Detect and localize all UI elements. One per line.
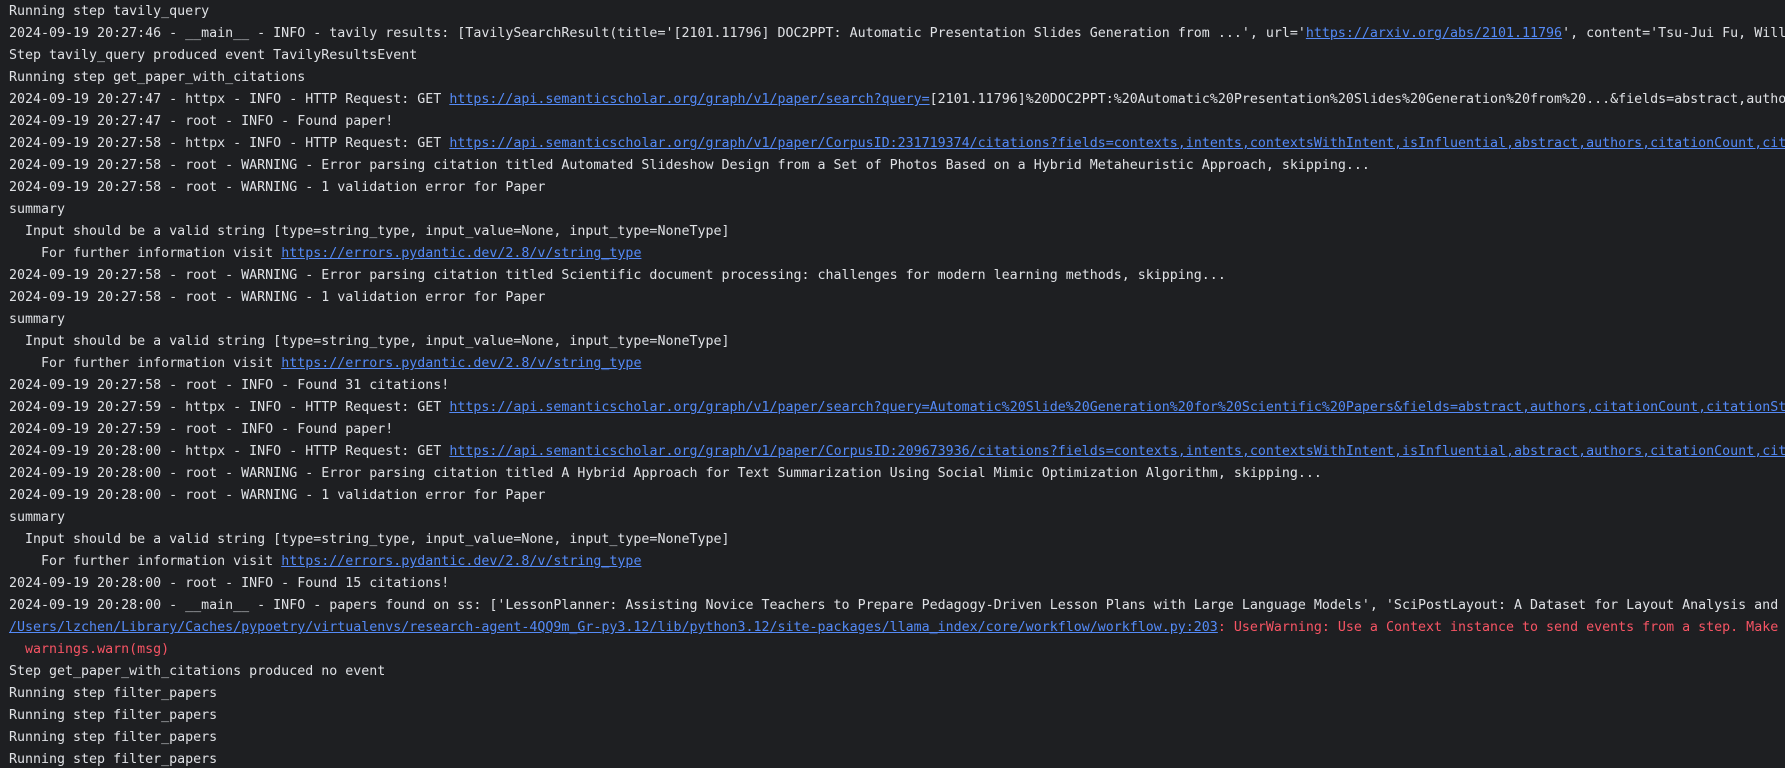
log-text: 2024-09-19 20:27:59 - root - INFO - Foun… — [9, 422, 394, 437]
log-link[interactable]: https://errors.pydantic.dev/2.8/v/string… — [281, 554, 641, 569]
console-line: summary — [0, 507, 1785, 529]
log-text: Running step filter_papers — [9, 686, 218, 701]
console-line: 2024-09-19 20:28:00 - __main__ - INFO - … — [0, 595, 1785, 617]
console-line: 2024-09-19 20:27:58 - httpx - INFO - HTT… — [0, 133, 1785, 155]
console-line: Step get_paper_with_citations produced n… — [0, 661, 1785, 683]
log-text: 2024-09-19 20:27:58 - root - WARNING - 1… — [9, 180, 546, 195]
console-line: 2024-09-19 20:28:00 - httpx - INFO - HTT… — [0, 441, 1785, 463]
log-text: Input should be a valid string [type=str… — [25, 224, 730, 239]
console-line: 2024-09-19 20:27:58 - root - INFO - Foun… — [0, 375, 1785, 397]
log-text: 2024-09-19 20:28:00 - root - WARNING - 1… — [9, 488, 546, 503]
console-line: Running step filter_papers — [0, 683, 1785, 705]
log-text: 2024-09-19 20:28:00 - httpx - INFO - HTT… — [9, 444, 450, 459]
log-text: summary — [9, 312, 66, 327]
log-text: summary — [9, 510, 66, 525]
log-link[interactable]: https://errors.pydantic.dev/2.8/v/string… — [281, 356, 641, 371]
console-line: 2024-09-19 20:28:00 - root - INFO - Foun… — [0, 573, 1785, 595]
log-warning-text: : UserWarning: Use a Context instance to… — [1217, 620, 1785, 635]
log-text: 2024-09-19 20:27:46 - __main__ - INFO - … — [9, 26, 1306, 41]
log-text: 2024-09-19 20:27:58 - root - INFO - Foun… — [9, 378, 450, 393]
log-link[interactable]: https://arxiv.org/abs/2101.11796 — [1306, 26, 1562, 41]
log-text: [2101.11796]%20DOC2PPT:%20Automatic%20Pr… — [929, 92, 1785, 107]
log-text: 2024-09-19 20:28:00 - root - WARNING - E… — [9, 466, 1322, 481]
console-line: 2024-09-19 20:27:47 - root - INFO - Foun… — [0, 111, 1785, 133]
console-output[interactable]: Running step tavily_query 2024-09-19 20:2… — [0, 0, 1785, 768]
log-link[interactable]: https://api.semanticscholar.org/graph/v1… — [449, 92, 929, 107]
log-link[interactable]: https://api.semanticscholar.org/graph/v1… — [449, 400, 1785, 415]
console-line: Step tavily_query produced event TavilyR… — [0, 45, 1785, 67]
log-text: For further information visit — [41, 356, 282, 371]
console-line: 2024-09-19 20:28:00 - root - WARNING - 1… — [0, 485, 1785, 507]
log-text: 2024-09-19 20:28:00 - root - INFO - Foun… — [9, 576, 450, 591]
log-text: 2024-09-19 20:27:58 - root - WARNING - 1… — [9, 290, 546, 305]
console-line: Input should be a valid string [type=str… — [0, 529, 1785, 551]
log-text: summary — [9, 202, 66, 217]
console-line: Running step filter_papers — [0, 749, 1785, 768]
console-line: Input should be a valid string [type=str… — [0, 221, 1785, 243]
log-text: For further information visit — [41, 554, 282, 569]
console-line: summary — [0, 309, 1785, 331]
console-line: 2024-09-19 20:28:00 - root - WARNING - E… — [0, 463, 1785, 485]
console-line: 2024-09-19 20:27:47 - httpx - INFO - HTT… — [0, 89, 1785, 111]
log-text: 2024-09-19 20:27:59 - httpx - INFO - HTT… — [9, 400, 450, 415]
console-line: For further information visit https://er… — [0, 353, 1785, 375]
log-text: 2024-09-19 20:28:00 - __main__ - INFO - … — [9, 598, 1785, 613]
console-line: summary — [0, 199, 1785, 221]
console-line: 2024-09-19 20:27:58 - root - WARNING - E… — [0, 155, 1785, 177]
log-text: Input should be a valid string [type=str… — [25, 334, 730, 349]
console-line: warnings.warn(msg) — [0, 639, 1785, 661]
log-text: Step get_paper_with_citations produced n… — [9, 664, 386, 679]
log-link[interactable]: https://api.semanticscholar.org/graph/v1… — [449, 444, 1785, 459]
console-line: 2024-09-19 20:27:58 - root - WARNING - E… — [0, 265, 1785, 287]
console-line: 2024-09-19 20:27:58 - root - WARNING - 1… — [0, 287, 1785, 309]
console-line: Running step tavily_query — [0, 1, 1785, 23]
console-line: 2024-09-19 20:27:46 - __main__ - INFO - … — [0, 23, 1785, 45]
log-text: Running step tavily_query — [9, 4, 210, 19]
log-text: 2024-09-19 20:27:47 - root - INFO - Foun… — [9, 114, 394, 129]
log-text: For further information visit — [41, 246, 282, 261]
console-line: Input should be a valid string [type=str… — [0, 331, 1785, 353]
log-link[interactable]: https://errors.pydantic.dev/2.8/v/string… — [281, 246, 641, 261]
console-line: 2024-09-19 20:27:59 - httpx - INFO - HTT… — [0, 397, 1785, 419]
log-text: ', content='Tsu-Jui Fu, William Ya — [1562, 26, 1785, 41]
log-text: Input should be a valid string [type=str… — [25, 532, 730, 547]
log-text: Running step filter_papers — [9, 730, 218, 745]
log-link[interactable]: https://api.semanticscholar.org/graph/v1… — [449, 136, 1785, 151]
console-line: 2024-09-19 20:27:58 - root - WARNING - 1… — [0, 177, 1785, 199]
log-text: Step tavily_query produced event TavilyR… — [9, 48, 418, 63]
console-line: Running step filter_papers — [0, 727, 1785, 749]
log-text: 2024-09-19 20:27:47 - httpx - INFO - HTT… — [9, 92, 450, 107]
console-line: /Users/lzchen/Library/Caches/pypoetry/vi… — [0, 617, 1785, 639]
console-line: For further information visit https://er… — [0, 551, 1785, 573]
console-line: For further information visit https://er… — [0, 243, 1785, 265]
console-line: 2024-09-19 20:27:59 - root - INFO - Foun… — [0, 419, 1785, 441]
log-link[interactable]: /Users/lzchen/Library/Caches/pypoetry/vi… — [9, 620, 1218, 635]
log-warning-text: warnings.warn(msg) — [25, 642, 170, 657]
log-text: 2024-09-19 20:27:58 - root - WARNING - E… — [9, 268, 1226, 283]
log-text: Running step filter_papers — [9, 708, 218, 723]
console-line: Running step get_paper_with_citations — [0, 67, 1785, 89]
log-text: 2024-09-19 20:27:58 - root - WARNING - E… — [9, 158, 1370, 173]
log-text: Running step filter_papers — [9, 752, 218, 767]
log-text: 2024-09-19 20:27:58 - httpx - INFO - HTT… — [9, 136, 450, 151]
console-line: Running step filter_papers — [0, 705, 1785, 727]
log-text: Running step get_paper_with_citations — [9, 70, 306, 85]
